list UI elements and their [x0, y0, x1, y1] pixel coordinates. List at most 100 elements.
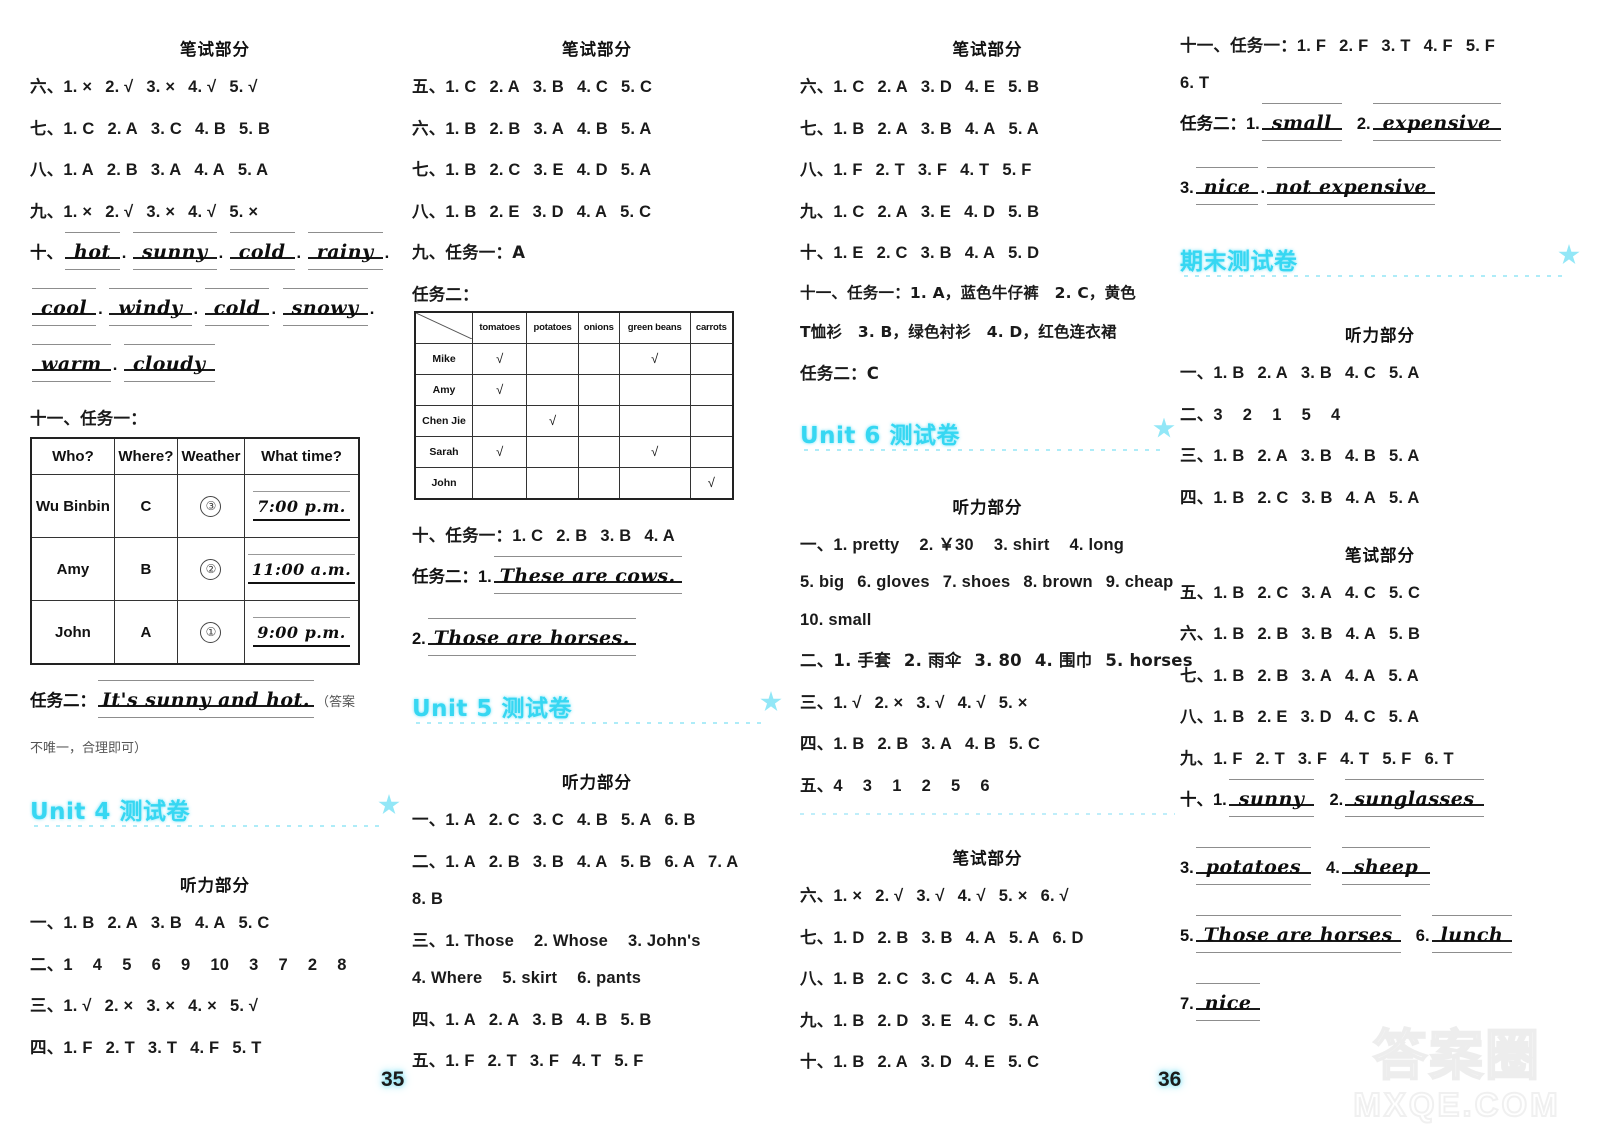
- col-header-where: Where?: [113, 437, 178, 475]
- answer-item: 1. √: [63, 997, 92, 1015]
- item-number: 2.: [1356, 115, 1371, 133]
- handwritten-answer: nice: [1203, 176, 1251, 198]
- row-number: 五、: [412, 77, 446, 96]
- answer-item: 3. F: [917, 161, 948, 179]
- table-row: John A ① 9:00 p.m.: [30, 600, 360, 665]
- unit4-header: Unit 4 测试卷: [30, 792, 400, 832]
- answer-row: 五、1. C 2. A 3. B 4. C 5. C: [412, 73, 782, 97]
- answer-item: 4. A: [576, 852, 608, 871]
- table-header-row: tomatoes potatoes onions green beans car…: [414, 311, 734, 344]
- answer-item: 3. D: [1300, 708, 1332, 726]
- row-items: 1. B 2. B 3. A 4. A 5. A: [1213, 667, 1418, 685]
- task2-label: 任务二：: [30, 691, 96, 710]
- answer-row: 5. big 6. gloves 7. shoes 8. brown 9. cheap: [800, 572, 1175, 592]
- row-number: 七、: [800, 118, 834, 138]
- word-blank: windy: [109, 288, 192, 326]
- answer-item: 4. √: [188, 78, 217, 96]
- row-items: 1. A 2. C 3. C 4. B 5. A 6. B: [445, 811, 695, 829]
- answer-item: 5: [122, 955, 132, 974]
- item-number: 3.: [1180, 859, 1194, 877]
- row-items: 1. C 2. B 3. B 4. A: [512, 527, 675, 545]
- handwritten-time: 7:00 p.m.: [257, 496, 346, 516]
- answer-item: 6. D: [1052, 928, 1084, 947]
- answer-item: 9. cheap: [1105, 573, 1174, 591]
- answer-row: 二、1. 手套 2. 雨伞 3. 80 4. 围巾 5. horses: [800, 647, 1193, 671]
- answer-item: 2. √: [105, 202, 134, 221]
- answer-item: 8. brown: [1023, 573, 1093, 591]
- row-number: 一、: [800, 534, 834, 554]
- cell-empty: [577, 404, 620, 437]
- handwritten-answer: It's sunny and hot.: [102, 689, 310, 711]
- q11-task2: 任务二：C: [800, 363, 880, 383]
- answer-item: 3. F: [1297, 749, 1328, 768]
- col-header-tomatoes: tomatoes: [471, 311, 528, 344]
- q10-task2-row-2: 2. Those are horses.: [412, 618, 782, 656]
- answer-item: 5. B: [620, 1010, 652, 1029]
- handwritten-word: cloudy: [132, 353, 206, 375]
- written-part-header-final: 笔试部分: [1345, 545, 1415, 565]
- answer-item: 3. John's: [627, 931, 701, 950]
- star-icon: [378, 794, 400, 815]
- answer-item: 4. A: [576, 202, 608, 221]
- answer-item: 2. E: [1257, 708, 1288, 726]
- cell-check: √: [526, 404, 579, 437]
- answer-item: 4. A: [644, 526, 675, 545]
- answer-item: 8: [337, 955, 347, 974]
- row-items: 1. × 2. √ 3. × 4. √ 5. ×: [63, 203, 258, 221]
- cell-empty: [577, 466, 620, 499]
- row-number: 三、: [800, 692, 834, 712]
- answer-item: 4. B: [576, 1010, 608, 1029]
- q10-label: 十、: [1180, 790, 1213, 809]
- answer-item: 4. C: [1344, 364, 1377, 382]
- answer-item: 1. B: [833, 119, 865, 138]
- separator: .: [384, 244, 390, 262]
- answer-item: 2. C: [489, 161, 521, 179]
- answer-item: 3. B: [920, 244, 952, 262]
- answer-item: 2. B: [1257, 666, 1289, 685]
- answer-item: 4: [833, 776, 843, 795]
- row-number: 四、: [412, 1009, 446, 1029]
- row-number: 一、: [30, 913, 64, 932]
- col-header-what-time: What time?: [244, 437, 360, 475]
- final-blank: potatoes: [1195, 847, 1312, 885]
- answer-row: 七、1. B 2. B 3. A 4. A 5. A: [1180, 662, 1580, 686]
- separator: .: [98, 300, 108, 318]
- column-1: 笔试部分 六、1. × 2. √ 3. × 4. √ 5. √ 七、1. C 2. A 3.…: [30, 0, 400, 1134]
- q11-task1-line2: T恤衫 3. B，绿色衬衫 4. D，红色连衣裙: [800, 323, 1117, 341]
- unit6-header: Unit 6 测试卷: [800, 416, 1175, 456]
- answer-item: 5: [950, 776, 961, 795]
- answer-item: 2. A: [877, 119, 908, 138]
- star-icon: [1558, 244, 1580, 265]
- item-number: 1.: [478, 568, 492, 586]
- answer-item: 3. T: [1381, 37, 1411, 55]
- answer-item: 5. C: [1008, 1053, 1040, 1071]
- task2-blank: It's sunny and hot.: [98, 680, 314, 718]
- answer-item: 1. F: [63, 1038, 93, 1057]
- item-number: 6.: [1415, 927, 1430, 945]
- answer-item: 1. C: [833, 78, 865, 96]
- col-header-onions: onions: [577, 311, 620, 344]
- row-items: 1. B 2. A 3. B 4. B 5. A: [1213, 447, 1419, 465]
- answer-item: 5. A: [1389, 488, 1420, 507]
- answer-item: 4. √: [957, 693, 986, 712]
- decorative-dotted-line: [416, 722, 768, 724]
- cell-time: 9:00 p.m.: [244, 600, 360, 665]
- answer-item: 3. T: [147, 1038, 178, 1057]
- answer-item: 1. 手套: [833, 651, 891, 670]
- final-q10-row-4: 7. nice: [1180, 983, 1580, 1021]
- answer-item: 3. D: [532, 202, 564, 221]
- answer-item: 1. E: [833, 244, 864, 262]
- answer-item: 3. D: [920, 1053, 952, 1071]
- cell-time: 7:00 p.m.: [244, 474, 360, 538]
- answer-row: 三、1. √ 2. × 3. √ 4. √ 5. ×: [800, 689, 1175, 713]
- answer-item: 3. 80: [974, 651, 1022, 670]
- cell-empty: [577, 435, 620, 468]
- row-items: 5. big 6. gloves 7. shoes 8. brown 9. cheap: [800, 573, 1173, 591]
- answer-item: 5. A: [1008, 1011, 1040, 1030]
- row-items: 1. D 2. B 3. B 4. A 5. A 6. D: [833, 929, 1083, 947]
- written-part-header-c1: 笔试部分: [180, 40, 250, 59]
- cell-empty: [577, 342, 620, 375]
- answer-item: 2. C: [1257, 488, 1289, 507]
- answer-item: 2. ×: [104, 997, 134, 1015]
- row-number: 一、: [412, 810, 446, 829]
